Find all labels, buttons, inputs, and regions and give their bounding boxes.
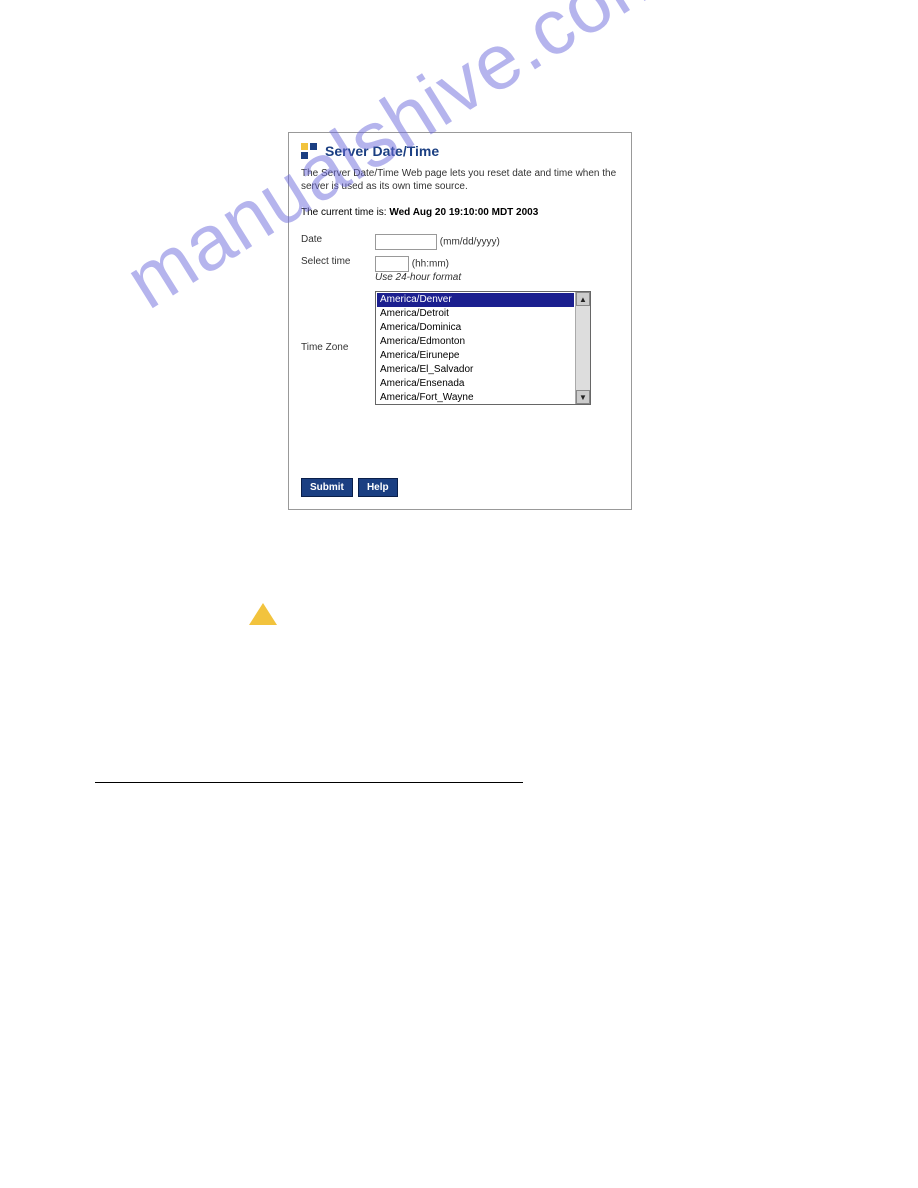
timezone-option[interactable]: America/El_Salvador — [377, 363, 574, 377]
date-hint: (mm/dd/yyyy) — [440, 237, 500, 248]
submit-button[interactable]: Submit — [301, 478, 353, 497]
time-row: Select time (hh:mm) Use 24-hour format — [301, 256, 619, 283]
server-datetime-panel: Server Date/Time The Server Date/Time We… — [288, 132, 632, 510]
timezone-option[interactable]: America/Eirunepe — [377, 349, 574, 363]
current-time-value: Wed Aug 20 19:10:00 MDT 2003 — [389, 207, 538, 218]
timezone-option[interactable]: America/Detroit — [377, 307, 574, 321]
timezone-listbox[interactable]: America/Denver America/Detroit America/D… — [375, 291, 591, 405]
current-time-label: The current time is: — [301, 207, 389, 218]
time-format-note: Use 24-hour format — [375, 272, 619, 283]
scroll-down-icon[interactable]: ▼ — [576, 390, 590, 404]
timezone-row: Time Zone America/Denver America/Detroit… — [301, 289, 619, 405]
button-row: Submit Help — [301, 478, 400, 497]
time-label: Select time — [301, 256, 375, 267]
timezone-option[interactable]: America/Dominica — [377, 321, 574, 335]
panel-header: Server Date/Time — [301, 143, 619, 159]
current-time-line: The current time is: Wed Aug 20 19:10:00… — [301, 207, 619, 218]
time-hint: (hh:mm) — [412, 259, 449, 270]
logo-icon — [301, 143, 317, 159]
time-input[interactable] — [375, 256, 409, 272]
timezone-label: Time Zone — [301, 342, 375, 353]
help-button[interactable]: Help — [358, 478, 398, 497]
timezone-options: America/Denver America/Detroit America/D… — [376, 292, 575, 404]
date-input[interactable] — [375, 234, 437, 250]
panel-description: The Server Date/Time Web page lets you r… — [301, 167, 619, 193]
panel-title: Server Date/Time — [325, 143, 439, 159]
scroll-up-icon[interactable]: ▲ — [576, 292, 590, 306]
warning-icon — [249, 603, 277, 625]
scrollbar[interactable]: ▲ ▼ — [575, 292, 590, 404]
timezone-option[interactable]: America/Denver — [377, 293, 574, 307]
date-row: Date (mm/dd/yyyy) — [301, 234, 619, 250]
date-label: Date — [301, 234, 375, 245]
horizontal-rule — [95, 782, 523, 783]
timezone-option[interactable]: America/Ensenada — [377, 377, 574, 391]
timezone-option[interactable]: America/Fort_Wayne — [377, 391, 574, 405]
timezone-option[interactable]: America/Edmonton — [377, 335, 574, 349]
